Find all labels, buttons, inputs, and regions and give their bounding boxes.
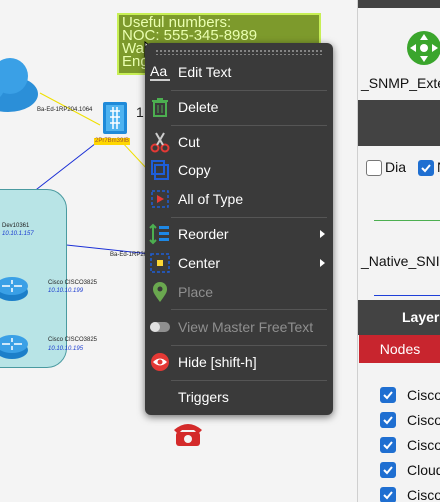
menu-item-label: Reorder [178,226,229,242]
node-ip-dev: 10.10.1.157 [2,231,34,237]
menu-item-label: All of Type [178,191,244,207]
node-checkbox[interactable] [380,387,396,403]
native-snmp-label: _Native_SNI [361,253,440,269]
menu-item-view-master-freetext: View Master FreeText [145,314,333,340]
partial-node-number: 1 [136,104,144,120]
menu-item-label: Delete [178,99,219,115]
list-item-label: Cisco [407,412,440,428]
checkmark-icon [383,391,393,400]
menu-item-all-of-type[interactable]: All of Type [145,186,333,212]
checkmark-icon [421,164,431,173]
firewall-icon[interactable] [102,101,128,135]
reorder-icon [149,223,171,245]
list-item-label: Cisco [407,437,440,453]
scissors-icon [149,131,171,153]
node-ip-router-2: 10.10.10.195 [48,346,84,352]
green-divider [374,220,440,221]
list-item[interactable]: Cloud [358,461,440,481]
snmp-extension-label: _SNMP_Exte [361,75,440,91]
context-menu: Aa Edit Text Delete Cut Copy All of Type… [145,43,333,415]
panel-section-bar [358,100,440,146]
list-item[interactable]: Cisco [358,486,440,502]
tab-nodes[interactable]: Nodes [359,335,440,363]
menu-divider [171,125,327,126]
node-ip-router-1: 10.10.10.199 [48,288,84,294]
node-label-firewall: 2Pr7Bm39IB [94,138,131,145]
menu-drag-handle[interactable] [155,49,323,55]
menu-item-edit-text[interactable]: Aa Edit Text [145,59,333,85]
center-icon [149,252,171,274]
menu-divider [171,217,327,218]
trash-icon [149,96,171,118]
submenu-arrow-icon [320,259,325,267]
node-checkbox[interactable] [380,437,396,453]
list-item[interactable]: Cisco [358,411,440,431]
phone-icon[interactable] [170,418,206,448]
menu-divider [171,345,327,346]
menu-item-label: Cut [178,134,200,150]
menu-item-cut[interactable]: Cut [145,129,333,155]
layers-title: Layer [402,309,440,325]
menu-divider [171,90,327,91]
node-checkbox[interactable] [380,462,396,478]
list-item-label: Cloud [407,462,440,478]
blue-divider [374,295,440,296]
submenu-arrow-icon [320,230,325,238]
menu-item-copy[interactable]: Copy [145,157,333,183]
list-item[interactable]: Cisco [358,386,440,406]
cloud-icon[interactable] [0,52,38,122]
node-label-dev: Dev10361 [2,223,30,229]
node-checkbox[interactable] [380,487,396,502]
router-icon[interactable] [0,272,30,302]
menu-item-center[interactable]: Center [145,250,333,276]
copy-icon [149,159,171,181]
menu-item-label: Triggers [178,389,229,405]
snmp-plugin-icon[interactable] [404,28,440,68]
select-type-icon [149,188,171,210]
menu-item-label: Center [178,255,221,271]
list-item[interactable]: Cisco [358,436,440,456]
menu-item-label: Copy [178,162,211,178]
node-checkbox[interactable] [380,412,396,428]
menu-divider [171,380,327,381]
option-checkbox[interactable] [418,160,434,176]
node-label-router-2: Cisco CISCO3825 [48,337,98,343]
checkmark-icon [383,466,393,475]
panel-header-bar [358,0,440,8]
list-item-label: Cisco [407,487,440,502]
checkmark-icon [383,416,393,425]
map-pin-icon [149,281,171,303]
menu-item-place: Place [145,279,333,305]
node-label-edge-router: Ba-Ed-1RP204.1064 [37,107,93,113]
router-icon[interactable] [0,330,30,360]
node-label-link: Ba-Ed-1RP20 [110,252,148,258]
menu-item-hide[interactable]: Hide [shift-h] [145,349,333,375]
hide-icon [149,351,171,373]
menu-item-label: View Master FreeText [178,319,314,335]
node-label-router-1: Cisco CISCO3825 [48,280,98,286]
svg-text:Aa: Aa [150,63,167,79]
menu-item-label: Edit Text [178,64,232,80]
menu-item-delete[interactable]: Delete [145,94,333,120]
dia-label: Dia [385,159,407,175]
menu-item-triggers[interactable]: Triggers [145,384,333,410]
menu-item-label: Place [178,284,214,300]
menu-item-label: Hide [shift-h] [178,354,257,370]
dia-checkbox[interactable] [366,160,382,176]
checkmark-icon [383,491,393,500]
checkmark-icon [383,441,393,450]
menu-item-reorder[interactable]: Reorder [145,221,333,247]
menu-divider [171,309,327,310]
text-format-icon: Aa [149,61,171,83]
right-side-panel: _SNMP_Exte Dia N _Native_SNI Layer Nodes… [357,0,440,502]
toggle-icon [149,316,171,338]
list-item-label: Cisco [407,387,440,403]
